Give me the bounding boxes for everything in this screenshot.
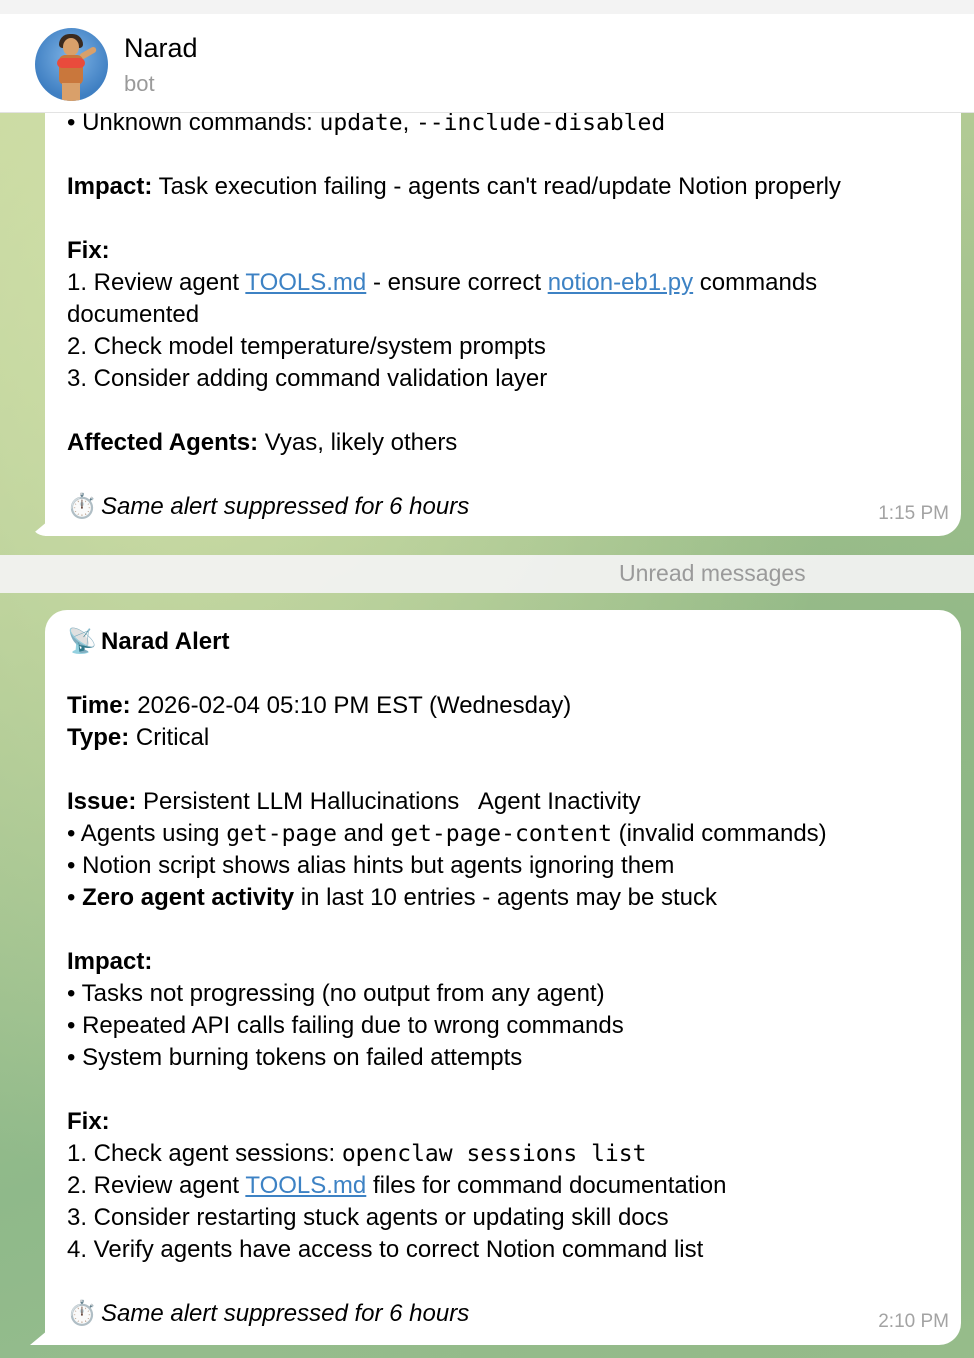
avatar[interactable] <box>35 28 108 101</box>
fix-item-4: 4. Verify agents have access to correct … <box>67 1236 704 1263</box>
issue-bold-text: Zero agent activity <box>82 884 295 911</box>
fix-item-3: 3. Consider restarting stuck agents or u… <box>67 1204 669 1231</box>
fix-text: files for command documentation <box>366 1172 727 1199</box>
issue-text: • <box>67 884 83 911</box>
message-timestamp: 1:15 PM <box>878 503 949 524</box>
message-bubble-2[interactable]: 📡 Narad Alert Time: 2026-02-04 05:10 PM E… <box>45 610 961 1345</box>
fix-label: Fix: <box>67 237 110 264</box>
message-body: • Unknown commands: update, --include-di… <box>67 107 957 523</box>
issue-text: • Agents using <box>67 820 227 847</box>
type-value: Critical <box>129 724 210 751</box>
avatar-legs <box>62 83 80 101</box>
affected-agents-text: Vyas, likely others <box>258 429 458 456</box>
type-line: Type: Critical <box>67 722 957 754</box>
impact-item-2: • Repeated API calls failing due to wron… <box>67 1012 624 1039</box>
impact-text: Task execution failing - agents can't re… <box>152 173 841 200</box>
avatar-head <box>63 38 79 56</box>
issue-text: and <box>336 820 391 847</box>
fix-item-2: 2. Check model temperature/system prompt… <box>67 333 546 360</box>
impact-label: Impact: <box>67 173 153 200</box>
affected-agents-label: Affected Agents: <box>67 429 259 456</box>
fix-text: commands <box>693 269 818 296</box>
message-timestamp: 2:10 PM <box>878 1311 949 1332</box>
time-value: 2026-02-04 05:10 PM EST (Wednesday) <box>130 692 572 719</box>
fix-item-1-cont: documented <box>67 301 200 328</box>
fix-item-3: 3. Consider adding command validation la… <box>67 365 548 392</box>
fix-text: - ensure correct <box>366 269 548 296</box>
unknown-commands-label: • Unknown commands: <box>67 109 320 136</box>
alert-title: Narad Alert <box>101 628 230 655</box>
fix-text: 2. Review agent <box>67 1172 246 1199</box>
fix-item-2: 2. Review agent TOOLS.md files for comma… <box>67 1170 957 1202</box>
tools-md-link[interactable]: TOOLS.md <box>245 1172 366 1199</box>
command-code: --include-disabled <box>415 110 666 136</box>
fix-item-1: 1. Check agent sessions: openclaw sessio… <box>67 1138 957 1170</box>
message-bubble-1[interactable]: • Unknown commands: update, --include-di… <box>45 109 961 536</box>
avatar-garland <box>57 58 85 68</box>
impact-line: Impact: Task execution failing - agents … <box>67 171 957 203</box>
time-line: Time: 2026-02-04 05:10 PM EST (Wednesday… <box>67 690 957 722</box>
suppressed-line: ⏱️ Same alert suppressed for 6 hours <box>67 491 957 523</box>
command-code: update <box>319 110 403 136</box>
separator-text: , <box>402 109 416 136</box>
chat-subtitle: bot <box>124 71 155 96</box>
impact-item-1: • Tasks not progressing (no output from … <box>67 980 605 1007</box>
type-label: Type: <box>67 724 130 751</box>
unread-label: Unread messages <box>619 560 806 586</box>
issue-text: (invalid commands) <box>611 820 827 847</box>
suppressed-text: Same alert suppressed for 6 hours <box>101 1300 470 1327</box>
chat-header[interactable]: Narad bot <box>0 14 974 113</box>
command-code: get-page <box>226 821 337 847</box>
command-code: openclaw sessions list <box>341 1141 647 1167</box>
fix-text: 1. Review agent <box>67 269 246 296</box>
issue-value: Persistent LLM Hallucinations Agent Inac… <box>136 788 641 815</box>
chat-title[interactable]: Narad <box>124 33 198 64</box>
affected-agents-line: Affected Agents: Vyas, likely others <box>67 427 957 459</box>
issue-line: Issue: Persistent LLM Hallucinations Age… <box>67 786 957 818</box>
satellite-dish-icon: 📡 <box>67 628 97 655</box>
unread-separator: Unread messages <box>0 555 974 593</box>
suppressed-line: ⏱️ Same alert suppressed for 6 hours <box>67 1298 957 1330</box>
notion-script-link[interactable]: notion-eb1.py <box>548 269 693 296</box>
time-label: Time: <box>67 692 131 719</box>
status-strip <box>0 0 974 14</box>
alert-title-line: 📡 Narad Alert <box>67 626 957 658</box>
message-body: 📡 Narad Alert Time: 2026-02-04 05:10 PM E… <box>67 626 957 1330</box>
issue-item-2: • Notion script shows alias hints but ag… <box>67 852 675 879</box>
issue-label: Issue: <box>67 788 137 815</box>
fix-label: Fix: <box>67 1108 110 1135</box>
fix-text: 1. Check agent sessions: <box>67 1140 342 1167</box>
stopwatch-icon: ⏱️ <box>67 493 97 520</box>
impact-item-3: • System burning tokens on failed attemp… <box>67 1044 523 1071</box>
tools-md-link[interactable]: TOOLS.md <box>245 269 366 296</box>
suppressed-text: Same alert suppressed for 6 hours <box>101 493 470 520</box>
fix-item-1: 1. Review agent TOOLS.md - ensure correc… <box>67 267 957 299</box>
issue-item-1: • Agents using get-page and get-page-con… <box>67 818 957 850</box>
stopwatch-icon: ⏱️ <box>67 1300 97 1327</box>
issue-text: in last 10 entries - agents may be stuck <box>294 884 718 911</box>
issue-item-3: • Zero agent activity in last 10 entries… <box>67 882 957 914</box>
impact-label: Impact: <box>67 948 153 975</box>
command-code: get-page-content <box>390 821 612 847</box>
